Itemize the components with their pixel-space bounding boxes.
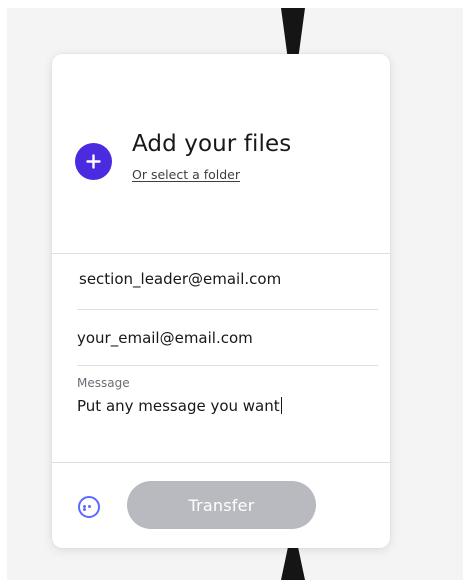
message-field[interactable]: Put any message you want [77,397,282,415]
recipient-email-field[interactable]: section_leader@email.com [79,270,281,288]
divider [52,462,390,463]
sender-email-field[interactable]: your_email@email.com [77,329,253,347]
transfer-button[interactable]: Transfer [127,481,316,529]
more-options-icon [83,505,95,511]
add-files-title[interactable]: Add your files [132,131,291,157]
text-caret [280,397,282,414]
plus-icon [86,154,101,169]
divider [52,253,390,254]
divider [77,309,378,310]
divider [77,365,378,366]
message-label: Message [77,376,130,390]
message-text: Put any message you want [77,397,280,415]
more-options-button[interactable] [78,496,100,518]
transfer-panel: Add your files Or select a folder sectio… [52,54,390,548]
select-folder-link[interactable]: Or select a folder [132,167,240,182]
add-files-button[interactable] [75,143,112,180]
